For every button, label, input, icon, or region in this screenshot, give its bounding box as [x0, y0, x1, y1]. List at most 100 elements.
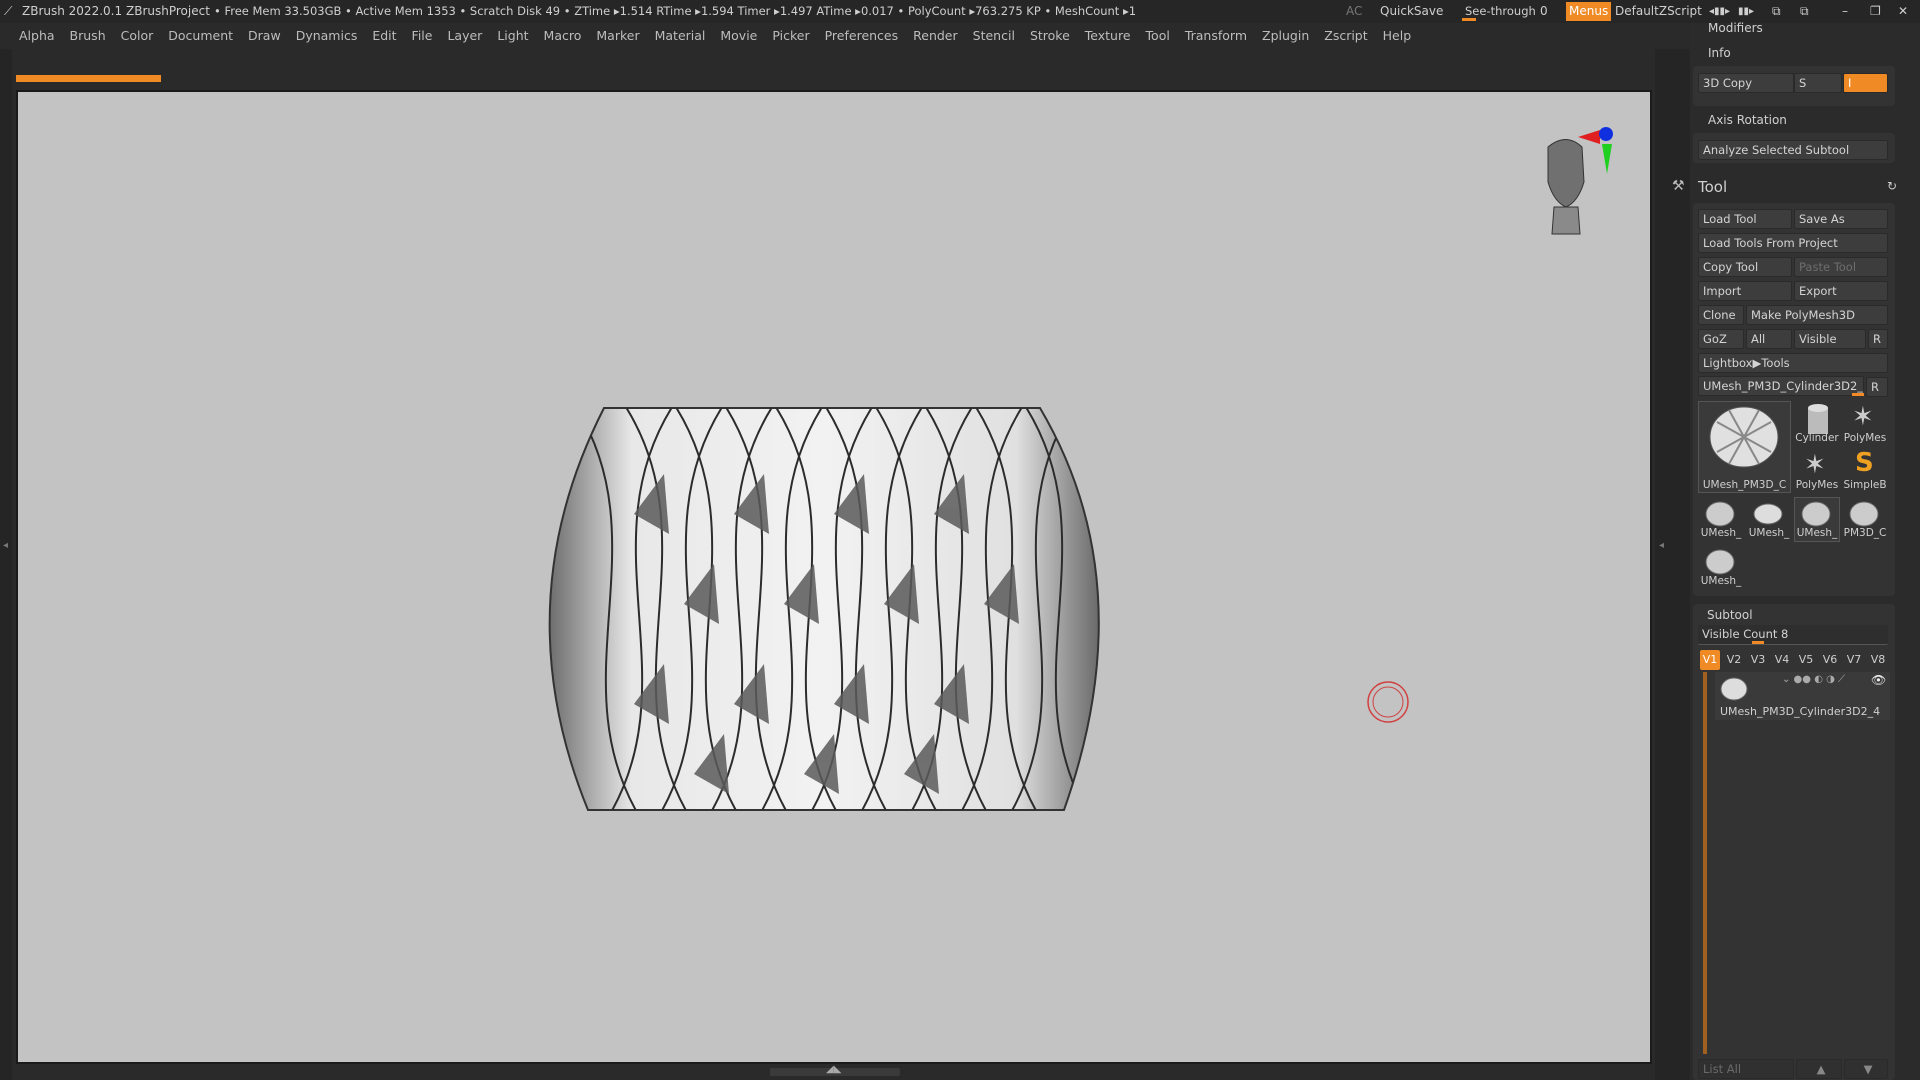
list-all-button[interactable]: List All: [1698, 1059, 1794, 1079]
analyze-subtool-button[interactable]: Analyze Selected Subtool: [1698, 140, 1888, 160]
move-up-button[interactable]: ▲: [1796, 1059, 1842, 1079]
version-tab-v8[interactable]: V8: [1868, 650, 1888, 670]
info-label[interactable]: Info: [1708, 46, 1731, 60]
menu-layer[interactable]: Layer: [447, 23, 482, 49]
version-tab-v3[interactable]: V3: [1748, 650, 1768, 670]
star-thumbnail-icon[interactable]: ✶: [1852, 402, 1874, 432]
menu-light[interactable]: Light: [497, 23, 528, 49]
menu-macro[interactable]: Macro: [544, 23, 582, 49]
bottom-shelf-arrow-icon[interactable]: ◢◣: [826, 1064, 841, 1075]
subtool-title[interactable]: Subtool: [1707, 608, 1753, 622]
umesh-thumb2-icon[interactable]: [1752, 500, 1784, 528]
version-tab-v2[interactable]: V2: [1724, 650, 1744, 670]
layout-dock-icon[interactable]: ◂▮▮▸: [1709, 0, 1730, 23]
minimize-icon[interactable]: –: [1842, 0, 1848, 23]
menu-transform[interactable]: Transform: [1185, 23, 1247, 49]
menu-file[interactable]: File: [412, 23, 433, 49]
menu-stroke[interactable]: Stroke: [1030, 23, 1070, 49]
paste-tool-button[interactable]: Paste Tool: [1794, 257, 1888, 277]
mesh-model-image[interactable]: [544, 404, 1164, 824]
pm3d-thumb-icon[interactable]: [1848, 500, 1880, 528]
version-tab-v1[interactable]: V1: [1700, 650, 1720, 670]
document-canvas[interactable]: [16, 90, 1652, 1064]
umesh-thumb4-icon[interactable]: [1704, 548, 1736, 576]
save-as-button[interactable]: Save As: [1794, 209, 1888, 229]
menu-color[interactable]: Color: [121, 23, 154, 49]
goz-all-button[interactable]: All: [1746, 329, 1792, 349]
menu-document[interactable]: Document: [168, 23, 233, 49]
menu-render[interactable]: Render: [913, 23, 958, 49]
navigation-gizmo-icon[interactable]: [1518, 122, 1618, 242]
seethrough-value: 0: [1540, 4, 1548, 18]
quicksave-button[interactable]: QuickSave: [1380, 0, 1443, 23]
menu-picker[interactable]: Picker: [772, 23, 809, 49]
menus-toggle[interactable]: Menus: [1566, 2, 1612, 21]
modifiers-label[interactable]: Modifiers: [1708, 21, 1763, 35]
menu-draw[interactable]: Draw: [248, 23, 281, 49]
move-down-button[interactable]: ▼: [1844, 1059, 1888, 1079]
menu-alpha[interactable]: Alpha: [19, 23, 55, 49]
refresh-icon[interactable]: ↻: [1887, 179, 1897, 193]
current-tool-slider[interactable]: UMesh_PM3D_Cylinder3D2_4: [1698, 376, 1864, 396]
umesh-thumb3-icon[interactable]: [1800, 500, 1832, 528]
version-tab-v5[interactable]: V5: [1796, 650, 1816, 670]
ac-toggle[interactable]: AC: [1346, 0, 1362, 23]
app-title: ZBrush 2022.0.1: [22, 4, 123, 18]
right-shelf-arrow-icon[interactable]: ◂: [1659, 540, 1664, 551]
load-tools-from-project-button[interactable]: Load Tools From Project: [1698, 233, 1888, 253]
pm3d-thumb-label: PM3D_C: [1843, 527, 1887, 539]
goz-button[interactable]: GoZ: [1698, 329, 1744, 349]
lightbox-tools-button[interactable]: Lightbox▶Tools: [1698, 353, 1888, 373]
tool-hammer-icon: ⚒: [1672, 178, 1685, 194]
menu-zscript[interactable]: Zscript: [1324, 23, 1367, 49]
import-button[interactable]: Import: [1698, 281, 1792, 301]
menu-dynamics[interactable]: Dynamics: [296, 23, 358, 49]
subtool-item-name: UMesh_PM3D_Cylinder3D2_4: [1720, 705, 1881, 718]
tool-palette-title[interactable]: Tool: [1698, 178, 1727, 196]
menu-marker[interactable]: Marker: [596, 23, 639, 49]
subtool-toggle-icons[interactable]: ⌄ ●● ◐ ◑ ⟋: [1782, 674, 1845, 685]
goz-visible-button[interactable]: Visible: [1794, 329, 1866, 349]
window-float-icon[interactable]: ⧉: [1800, 0, 1809, 23]
window-tile-icon[interactable]: ⧉: [1772, 0, 1781, 23]
umesh-thumb1-icon[interactable]: [1704, 500, 1736, 528]
close-icon[interactable]: ✕: [1898, 0, 1908, 23]
axis-rotation-label[interactable]: Axis Rotation: [1708, 113, 1787, 127]
left-shelf-arrow-icon[interactable]: ◂: [3, 540, 8, 551]
make-polymesh3d-button[interactable]: Make PolyMesh3D: [1746, 305, 1888, 325]
goz-r-button[interactable]: R: [1868, 329, 1888, 349]
export-button[interactable]: Export: [1794, 281, 1888, 301]
layout-dock2-icon[interactable]: ▮▮▸: [1738, 0, 1754, 23]
visibility-eye-icon[interactable]: 👁: [1871, 673, 1886, 687]
menu-help[interactable]: Help: [1383, 23, 1412, 49]
version-tab-v7[interactable]: V7: [1844, 650, 1864, 670]
default-zscript-button[interactable]: DefaultZScript: [1615, 0, 1702, 23]
project-name: ZBrushProject: [126, 4, 210, 18]
menu-movie[interactable]: Movie: [720, 23, 757, 49]
current-tool-r-button[interactable]: R: [1866, 377, 1888, 397]
copy-tool-button[interactable]: Copy Tool: [1698, 257, 1792, 277]
seethrough-slider-fill[interactable]: [1462, 18, 1476, 21]
subtool-scrollbar[interactable]: [1703, 672, 1707, 1054]
menu-texture[interactable]: Texture: [1085, 23, 1131, 49]
progress-bar: [16, 75, 161, 82]
menu-edit[interactable]: Edit: [372, 23, 396, 49]
star2-thumbnail-icon[interactable]: ✶: [1804, 450, 1826, 480]
menu-zplugin[interactable]: Zplugin: [1262, 23, 1309, 49]
menu-preferences[interactable]: Preferences: [825, 23, 899, 49]
menu-brush[interactable]: Brush: [70, 23, 106, 49]
zbrush-logo-icon: ⟋: [4, 4, 13, 18]
menu-stencil[interactable]: Stencil: [973, 23, 1015, 49]
menu-material[interactable]: Material: [655, 23, 706, 49]
version-tab-v4[interactable]: V4: [1772, 650, 1792, 670]
load-tool-button[interactable]: Load Tool: [1698, 209, 1792, 229]
clone-button[interactable]: Clone: [1698, 305, 1744, 325]
visible-count-slider[interactable]: Visible Count 8: [1698, 625, 1888, 645]
s-button[interactable]: S: [1794, 73, 1842, 93]
i-button[interactable]: I: [1843, 73, 1888, 93]
menu-tool[interactable]: Tool: [1146, 23, 1170, 49]
maximize-icon[interactable]: ❐: [1870, 0, 1881, 23]
3d-copy-button[interactable]: 3D Copy: [1698, 73, 1794, 93]
version-tab-v6[interactable]: V6: [1820, 650, 1840, 670]
simplebrush-thumbnail-icon[interactable]: S: [1855, 448, 1874, 478]
